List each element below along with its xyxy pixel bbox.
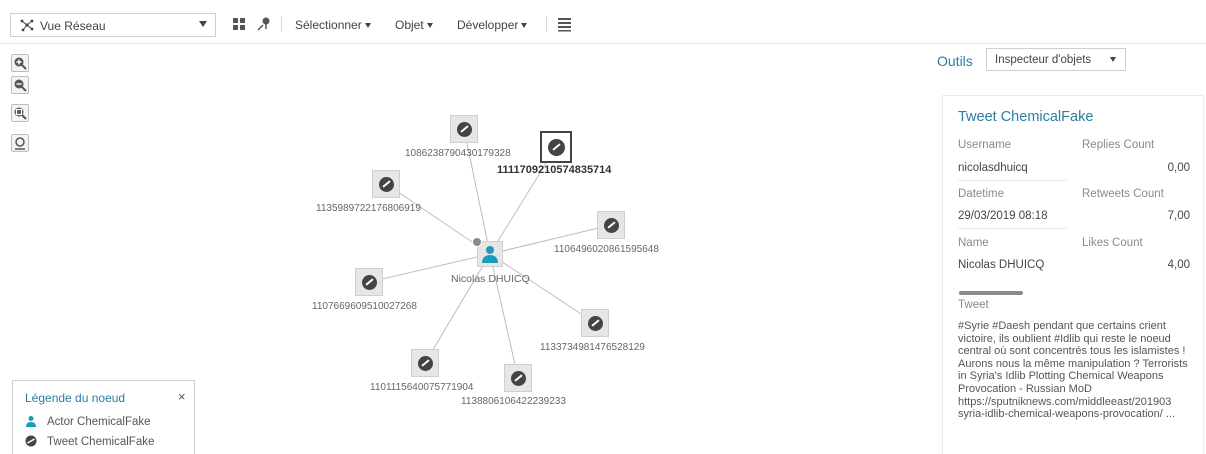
- tweet-node[interactable]: [450, 115, 478, 143]
- tweet-node[interactable]: [581, 309, 609, 337]
- legend-item-label: Actor ChemicalFake: [47, 416, 151, 428]
- chevron-down-icon: [1110, 57, 1116, 62]
- tweet-icon: [548, 139, 565, 156]
- divider: [958, 228, 1068, 229]
- legend-item-tweet: Tweet ChemicalFake: [25, 435, 154, 448]
- view-select[interactable]: Vue Réseau: [10, 13, 216, 37]
- tweet-node[interactable]: [597, 211, 625, 239]
- pin-location-icon[interactable]: [256, 16, 272, 32]
- chevron-down-icon: [199, 21, 207, 27]
- tweet-node[interactable]: [504, 364, 532, 392]
- likes-label: Likes Count: [1082, 237, 1143, 249]
- tools-select[interactable]: Inspecteur d'objets: [986, 48, 1126, 71]
- person-icon: [25, 415, 37, 427]
- caret-down-icon: [426, 23, 433, 29]
- menu-develop-label: Développer: [457, 18, 519, 32]
- tweet-label: Tweet: [958, 299, 989, 311]
- tweet-icon: [457, 122, 472, 137]
- menu-object-label: Objet: [395, 18, 424, 32]
- legend-close-button[interactable]: ×: [178, 389, 186, 404]
- username-value: nicolasdhuicq: [958, 162, 1028, 174]
- grid-layout-icon[interactable]: [232, 16, 248, 32]
- tweet-icon: [418, 356, 433, 371]
- tweet-text: #Syrie #Daesh pendant que certains crien…: [958, 320, 1188, 421]
- toolbar-separator: [546, 16, 547, 32]
- view-select-label: Vue Réseau: [40, 19, 106, 33]
- tools-label: Outils: [937, 53, 973, 69]
- network-icon: [20, 19, 34, 32]
- retweets-label: Retweets Count: [1082, 188, 1164, 200]
- divider: [958, 180, 1068, 181]
- legend-item-actor: Actor ChemicalFake: [25, 415, 151, 428]
- tweet-node[interactable]: [355, 268, 383, 296]
- tweet-node-label: 1106496020861595648: [554, 244, 659, 255]
- replies-value: 0,00: [1167, 162, 1190, 174]
- tweet-resize-handle[interactable]: [959, 291, 1023, 295]
- replies-label: Replies Count: [1082, 139, 1155, 151]
- tweet-node-selected[interactable]: [540, 131, 572, 163]
- datetime-value: 29/03/2019 08:18: [958, 210, 1048, 222]
- tweet-node-label: 1138806106422239233: [461, 396, 566, 407]
- tools-select-label: Inspecteur d'objets: [995, 54, 1092, 66]
- tools-panel: Outils Inspecteur d'objets Tweet Chemica…: [925, 44, 1206, 454]
- menu-select[interactable]: Sélectionner: [295, 18, 371, 32]
- person-icon: [482, 246, 498, 263]
- tweet-node-label: 1107669609510027268: [312, 301, 417, 312]
- list-view-icon[interactable]: [557, 16, 573, 32]
- tweet-node-label: 1101115640075771904: [370, 382, 474, 393]
- tweet-icon: [379, 177, 394, 192]
- actor-node-label: Nicolas DHUICQ: [451, 273, 530, 285]
- tweet-node-label: 1135989722176806919: [316, 203, 421, 214]
- datetime-label: Datetime: [958, 188, 1005, 200]
- toolbar-separator: [281, 16, 282, 32]
- tweet-icon: [362, 275, 377, 290]
- app-root: Vue Réseau Sélectionner Objet Développer: [0, 0, 1206, 454]
- expand-badge-icon[interactable]: [472, 237, 482, 247]
- caret-down-icon: [364, 23, 371, 29]
- tweet-node-label: 1111709210574835714: [497, 164, 612, 176]
- tweet-node[interactable]: [411, 349, 439, 377]
- card-title: Tweet ChemicalFake: [958, 109, 1094, 125]
- edge: [424, 253, 491, 364]
- retweets-value: 7,00: [1167, 210, 1190, 222]
- tweet-icon: [588, 316, 603, 331]
- name-value: Nicolas DHUICQ: [958, 259, 1045, 271]
- node-legend: Légende du noeud × Actor ChemicalFake Tw…: [12, 380, 195, 454]
- tweet-node-label: 1133734981476528129: [540, 342, 645, 353]
- username-label: Username: [958, 139, 1012, 151]
- name-label: Name: [958, 237, 989, 249]
- tweet-icon: [604, 218, 619, 233]
- toolbar: Vue Réseau Sélectionner Objet Développer: [0, 0, 1206, 44]
- legend-title: Légende du noeud: [25, 391, 126, 405]
- menu-select-label: Sélectionner: [295, 18, 362, 32]
- legend-item-label: Tweet ChemicalFake: [47, 436, 155, 448]
- object-inspector-card: Tweet ChemicalFake Username Replies Coun…: [942, 95, 1204, 454]
- tweet-icon: [25, 435, 37, 447]
- tweet-node[interactable]: [372, 170, 400, 198]
- menu-develop[interactable]: Développer: [457, 18, 528, 32]
- caret-down-icon: [521, 23, 528, 29]
- tweet-icon: [511, 371, 526, 386]
- edge: [489, 253, 596, 324]
- likes-value: 4,00: [1167, 259, 1190, 271]
- tweet-node-label: 1086238790430179328: [405, 148, 511, 159]
- menu-object[interactable]: Objet: [395, 18, 433, 32]
